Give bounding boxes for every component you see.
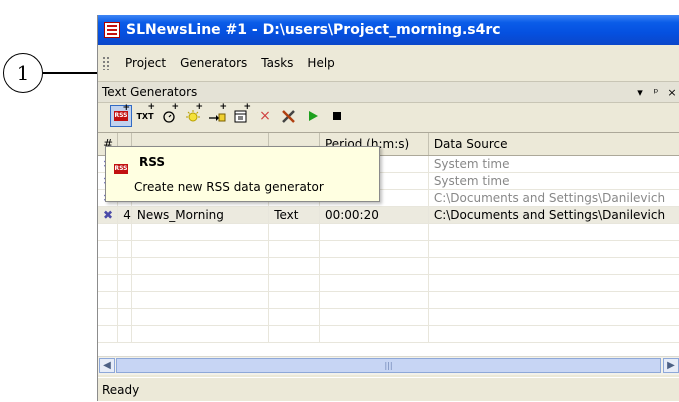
tooltip-title: RSS	[139, 155, 165, 169]
row-source: System time	[428, 155, 679, 173]
row-period: 00:00:20	[319, 206, 429, 224]
toolbar: RSS + TXT + + + + + ×	[98, 102, 679, 129]
window-title: SLNewsLine #1 - D:\users\Project_morning…	[126, 22, 501, 38]
pin-icon[interactable]: ᵖ	[648, 86, 664, 99]
settings-button[interactable]	[278, 105, 300, 127]
add-calendar-button[interactable]: +	[230, 102, 252, 127]
tooltip-description: Create new RSS data generator	[134, 180, 324, 194]
menu-tasks[interactable]: Tasks	[254, 56, 300, 70]
txt-icon: TXT	[136, 111, 154, 121]
add-text-button[interactable]: TXT +	[134, 102, 156, 127]
app-window: SLNewsLine #1 - D:\users\Project_morning…	[97, 15, 679, 401]
empty-row	[98, 223, 679, 241]
add-arrow-button[interactable]: +	[206, 102, 228, 127]
empty-row	[98, 308, 679, 326]
horizontal-scrollbar[interactable]: ◀ ||| ▶	[98, 356, 679, 375]
tools-icon	[282, 110, 295, 123]
delete-button[interactable]: ×	[254, 105, 276, 127]
stop-icon	[333, 112, 341, 120]
close-icon[interactable]: ×	[664, 86, 679, 99]
rss-tooltip: RSS RSS Create new RSS data generator	[105, 146, 380, 202]
add-sun-button[interactable]: +	[182, 102, 204, 127]
empty-row	[98, 240, 679, 258]
empty-row	[98, 274, 679, 292]
scroll-left-icon[interactable]: ◀	[99, 358, 115, 373]
panel-header: Text Generators ▾ ᵖ ×	[98, 81, 679, 103]
row-source: System time	[428, 172, 679, 190]
scroll-thumb[interactable]: |||	[116, 358, 661, 373]
empty-row	[98, 257, 679, 275]
empty-row	[98, 291, 679, 309]
row-type: Text	[268, 206, 320, 224]
play-icon	[309, 111, 318, 121]
callout-line	[43, 72, 98, 74]
row-number: 4	[117, 206, 132, 224]
empty-row	[98, 325, 679, 343]
row-name: News_Morning	[131, 206, 270, 224]
app-icon	[104, 22, 120, 38]
status-text: Ready	[102, 383, 140, 397]
status-bar: Ready	[98, 377, 679, 402]
row-icon: ✖	[98, 206, 119, 224]
add-timer-button[interactable]: +	[158, 102, 180, 127]
panel-title: Text Generators	[102, 85, 198, 99]
menu-generators[interactable]: Generators	[173, 56, 254, 70]
stop-button[interactable]	[326, 105, 348, 127]
row-source: C:\Documents and Settings\Danilevich	[428, 189, 679, 207]
play-button[interactable]	[302, 105, 324, 127]
scroll-right-icon[interactable]: ▶	[663, 358, 679, 373]
generator-icon: ✖	[103, 208, 114, 222]
menu-project[interactable]: Project	[118, 56, 173, 70]
row-source: C:\Documents and Settings\Danilevich	[428, 206, 679, 224]
title-bar: SLNewsLine #1 - D:\users\Project_morning…	[98, 15, 679, 45]
grip-icon[interactable]	[102, 56, 110, 70]
add-rss-button[interactable]: RSS +	[110, 103, 132, 127]
dropdown-icon[interactable]: ▾	[632, 86, 648, 99]
table-row[interactable]: ✖ 4 News_Morning Text 00:00:20 C:\Docume…	[98, 206, 679, 224]
menu-bar: Project Generators Tasks Help	[98, 50, 679, 76]
menu-help[interactable]: Help	[300, 56, 341, 70]
col-source[interactable]: Data Source	[428, 133, 679, 156]
delete-icon: ×	[259, 108, 271, 124]
callout-number: 1	[3, 53, 43, 93]
rss-icon: RSS	[114, 164, 128, 174]
